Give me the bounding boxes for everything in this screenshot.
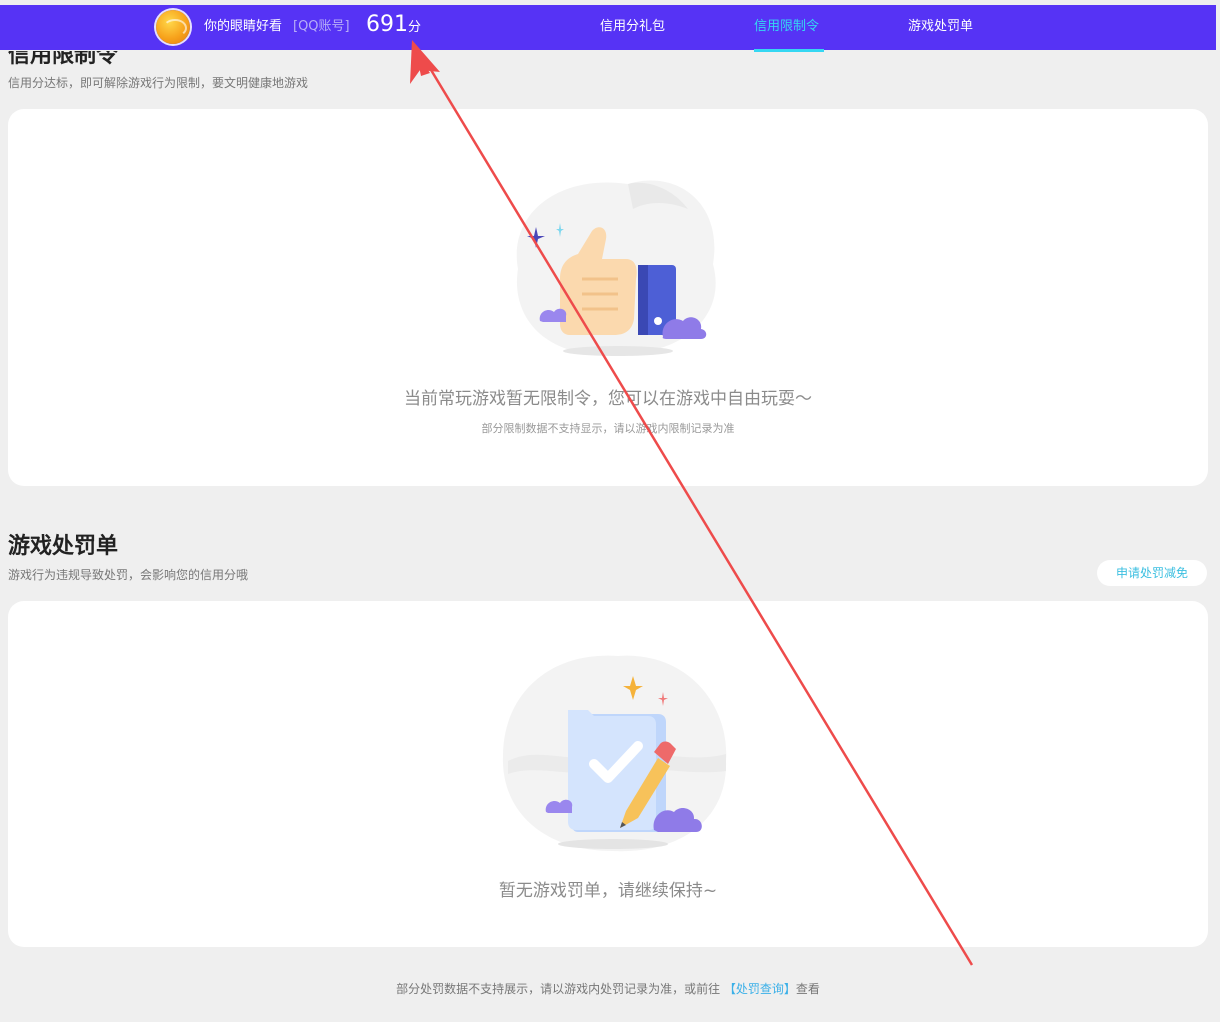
active-tab-indicator [754,49,824,52]
footer-text-before: 部分处罚数据不支持展示，请以游戏内处罚记录为准，或前往 [396,982,721,996]
restriction-card: 当前常玩游戏暂无限制令，您可以在游戏中自由玩耍～ 部分限制数据不支持显示，请以游… [8,109,1208,486]
footer-text-after: 查看 [795,982,820,996]
credit-score-unit: 分 [408,20,422,35]
restriction-note: 部分限制数据不支持显示，请以游戏内限制记录为准 [481,422,735,435]
restriction-empty-message: 当前常玩游戏暂无限制令，您可以在游戏中自由玩耍～ [404,389,812,409]
account-type-label: [QQ账号] [293,19,350,34]
tab-game-penalty[interactable]: 游戏处罚单 [908,19,973,35]
tab-credit-gift[interactable]: 信用分礼包 [600,19,665,35]
avatar[interactable] [156,10,190,44]
penalty-query-link[interactable]: 【处罚查询】 [724,982,796,996]
tab-credit-restriction[interactable]: 信用限制令 [754,19,819,35]
penalty-section-title: 游戏处罚单 [8,534,119,559]
user-nickname: 你的眼睛好看 [204,19,283,34]
apply-penalty-reduction-button[interactable]: 申请处罚减免 [1097,560,1207,586]
credit-score-value: 691 [366,12,408,37]
thumbs-up-icon [516,180,716,356]
footer-note: 部分处罚数据不支持展示，请以游戏内处罚记录为准，或前往 【处罚查询】查看 [0,981,1216,997]
penalty-section-subtitle: 游戏行为违规导致处罚，会影响您的信用分哦 [8,568,249,582]
restriction-section-subtitle: 信用分达标，即可解除游戏行为限制，要文明健康地游戏 [8,76,309,90]
penalty-empty-message: 暂无游戏罚单，请继续保持~ [498,881,718,901]
penalty-card: 暂无游戏罚单，请继续保持~ [8,601,1208,947]
checklist-pencil-icon [502,655,727,852]
